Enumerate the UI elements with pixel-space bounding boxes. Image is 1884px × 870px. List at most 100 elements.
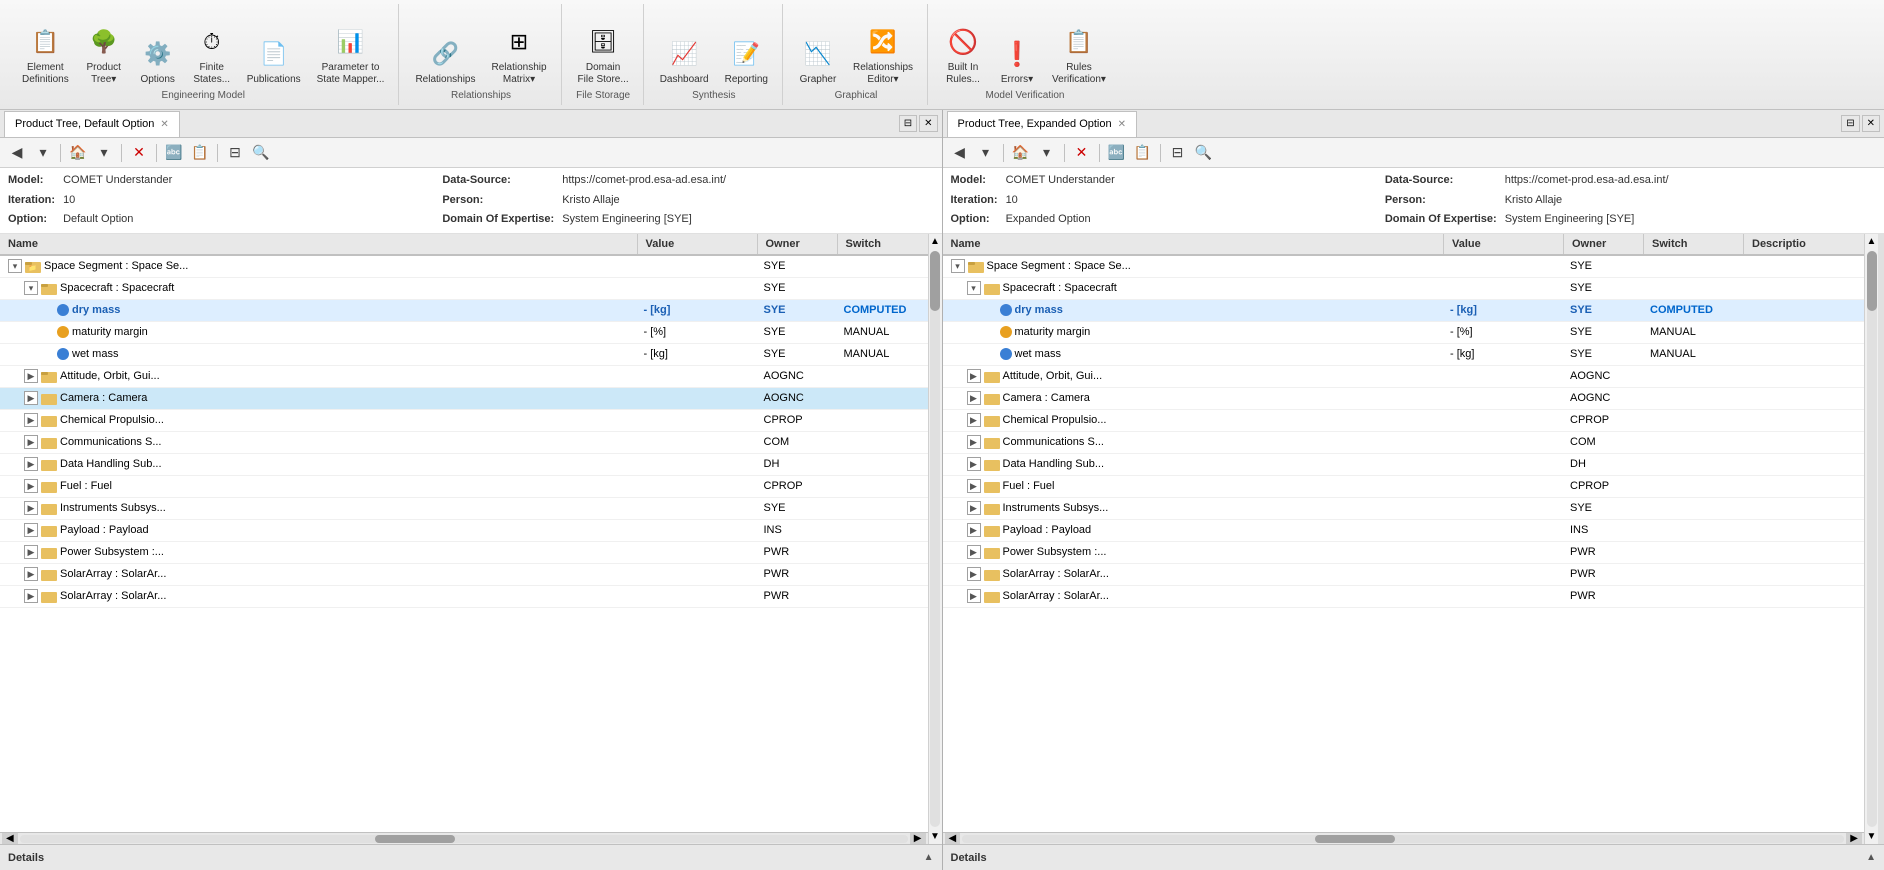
right-hscroll-left[interactable]: ◀ (945, 833, 961, 844)
left-row-1-expand[interactable]: ▾ (24, 281, 38, 295)
publications-button[interactable]: 📄 Publications (241, 34, 307, 90)
left-row-5-expand[interactable]: ▶ (24, 369, 38, 383)
relationships-button[interactable]: 🔗 Relationships (409, 34, 481, 90)
right-tree-area[interactable]: Name Value Owner Switch Descriptio ▾ (943, 234, 1865, 832)
left-row-6[interactable]: ▶ Camera : Camera AOGNC (0, 388, 928, 410)
left-vscroll-up[interactable]: ▲ (928, 234, 941, 249)
left-tree-area[interactable]: Name Value Owner Switch ▾ 📁 Space Segmen… (0, 234, 928, 832)
finite-states-button[interactable]: ⏱ FiniteStates... (187, 22, 237, 90)
left-row-1[interactable]: ▾ Spacecraft : Spacecraft SYE (0, 278, 928, 300)
left-hscroll-thumb[interactable] (375, 835, 455, 843)
right-hscroll-right[interactable]: ▶ (1846, 833, 1862, 844)
left-vscroll-down[interactable]: ▼ (928, 829, 941, 844)
left-details-bar[interactable]: Details ▲ (0, 844, 942, 870)
left-dropdown2-button[interactable]: ▾ (93, 142, 115, 164)
right-panel-resize-handle[interactable] (1878, 234, 1884, 844)
left-hscroll-left[interactable]: ◀ (2, 833, 18, 844)
right-row-6[interactable]: ▶ Camera : Camera AOGNC (943, 388, 1865, 410)
right-search-btn1[interactable]: 🔤 (1106, 142, 1128, 164)
right-tab-restore-btn[interactable]: ⊟ (1841, 115, 1859, 132)
errors-button[interactable]: ❗ Errors▾ (992, 34, 1042, 90)
left-vscroll-thumb[interactable] (930, 251, 940, 311)
element-definitions-button[interactable]: 📋 ElementDefinitions (16, 22, 75, 90)
left-tab-close[interactable]: ✕ (160, 119, 168, 130)
relationship-matrix-button[interactable]: ⊞ RelationshipMatrix▾ (486, 22, 553, 90)
right-row-1-expand[interactable]: ▾ (967, 281, 981, 295)
right-row-15[interactable]: ▶ SolarArray : SolarAr... PWR (943, 586, 1865, 608)
right-dropdown-button[interactable]: ▾ (975, 142, 997, 164)
domain-file-store-button[interactable]: 🗄 DomainFile Store... (572, 22, 635, 90)
left-back-button[interactable]: ◀ (6, 142, 28, 164)
left-row-7[interactable]: ▶ Chemical Propulsio... CPROP (0, 410, 928, 432)
right-home-button[interactable]: 🏠 (1010, 142, 1032, 164)
right-row-11[interactable]: ▶ Instruments Subsys... SYE (943, 498, 1865, 520)
right-row-8[interactable]: ▶ Communications S... COM (943, 432, 1865, 454)
right-row-1[interactable]: ▾ Spacecraft : Spacecraft SYE (943, 278, 1865, 300)
right-row-14[interactable]: ▶ SolarArray : SolarAr... PWR (943, 564, 1865, 586)
left-row-12[interactable]: ▶ Payload : Payload INS (0, 520, 928, 542)
right-tab-close[interactable]: ✕ (1118, 119, 1126, 130)
left-home-button[interactable]: 🏠 (67, 142, 89, 164)
built-in-rules-button[interactable]: 🚫 Built InRules... (938, 22, 988, 90)
left-filter-button[interactable]: ⊟ (224, 142, 246, 164)
right-row-7[interactable]: ▶ Chemical Propulsio... CPROP (943, 410, 1865, 432)
left-vscroll[interactable]: ▲ ▼ (928, 234, 942, 844)
right-row-0-expand[interactable]: ▾ (951, 259, 965, 273)
left-dropdown-button[interactable]: ▾ (32, 142, 54, 164)
right-row-5[interactable]: ▶ Attitude, Orbit, Gui... AOGNC (943, 366, 1865, 388)
left-hscroll[interactable]: ◀ ▶ (0, 832, 928, 844)
grapher-button[interactable]: 📉 Grapher (793, 34, 843, 90)
left-row-0-expand[interactable]: ▾ (8, 259, 22, 273)
reporting-button[interactable]: 📝 Reporting (719, 34, 774, 90)
left-row-3[interactable]: maturity margin - [%] SYE MANUAL (0, 322, 928, 344)
dashboard-button[interactable]: 📈 Dashboard (654, 34, 715, 90)
right-details-bar[interactable]: Details ▲ (943, 844, 1884, 870)
right-back-button[interactable]: ◀ (949, 142, 971, 164)
left-copy-button[interactable]: 📋 (189, 142, 211, 164)
left-row-10[interactable]: ▶ Fuel : Fuel CPROP (0, 476, 928, 498)
right-row-0[interactable]: ▾ Space Segment : Space Se... SYE (943, 256, 1865, 278)
left-tab[interactable]: Product Tree, Default Option ✕ (4, 111, 180, 137)
right-dropdown2-button[interactable]: ▾ (1036, 142, 1058, 164)
left-hscroll-right[interactable]: ▶ (910, 833, 926, 844)
left-row-9[interactable]: ▶ Data Handling Sub... DH (0, 454, 928, 476)
right-row-10[interactable]: ▶ Fuel : Fuel CPROP (943, 476, 1865, 498)
left-row-6-expand[interactable]: ▶ (24, 391, 38, 405)
left-row-14[interactable]: ▶ SolarArray : SolarAr... PWR (0, 564, 928, 586)
right-row-2[interactable]: dry mass - [kg] SYE COMPUTED (943, 300, 1865, 322)
right-row-13[interactable]: ▶ Power Subsystem :... PWR (943, 542, 1865, 564)
right-vscroll-thumb[interactable] (1867, 251, 1877, 311)
right-row-12[interactable]: ▶ Payload : Payload INS (943, 520, 1865, 542)
right-filter-button[interactable]: ⊟ (1167, 142, 1189, 164)
left-row-2[interactable]: dry mass - [kg] SYE COMPUTED (0, 300, 928, 322)
right-vscroll[interactable]: ▲ ▼ (1864, 234, 1878, 844)
right-row-3[interactable]: maturity margin - [%] SYE MANUAL (943, 322, 1865, 344)
relationships-editor-button[interactable]: 🔀 RelationshipsEditor▾ (847, 22, 919, 90)
options-button[interactable]: ⚙️ Options (133, 34, 183, 90)
right-hscroll[interactable]: ◀ ▶ (943, 832, 1865, 844)
left-close-button[interactable]: ✕ (128, 142, 150, 164)
product-tree-button[interactable]: 🌳 ProductTree▾ (79, 22, 129, 90)
right-vscroll-down[interactable]: ▼ (1865, 829, 1879, 844)
left-row-5[interactable]: ▶ Attitude, Orbit, Gui... AOGNC (0, 366, 928, 388)
parameter-to-state-button[interactable]: 📊 Parameter toState Mapper... (311, 22, 391, 90)
right-close-button[interactable]: ✕ (1071, 142, 1093, 164)
right-vscroll-up[interactable]: ▲ (1865, 234, 1879, 249)
right-row-9[interactable]: ▶ Data Handling Sub... DH (943, 454, 1865, 476)
left-row-8[interactable]: ▶ Communications S... COM (0, 432, 928, 454)
right-tab[interactable]: Product Tree, Expanded Option ✕ (947, 111, 1138, 137)
right-copy-button[interactable]: 📋 (1132, 142, 1154, 164)
left-tab-close-all-btn[interactable]: ✕ (919, 115, 937, 132)
right-search-button[interactable]: 🔍 (1193, 142, 1215, 164)
left-search-button[interactable]: 🔍 (250, 142, 272, 164)
right-hscroll-thumb[interactable] (1315, 835, 1395, 843)
left-search-btn1[interactable]: 🔤 (163, 142, 185, 164)
right-row-4[interactable]: wet mass - [kg] SYE MANUAL (943, 344, 1865, 366)
rules-verification-button[interactable]: 📋 RulesVerification▾ (1046, 22, 1112, 90)
left-tab-restore-btn[interactable]: ⊟ (899, 115, 917, 132)
left-row-11[interactable]: ▶ Instruments Subsys... SYE (0, 498, 928, 520)
right-tab-close-all-btn[interactable]: ✕ (1862, 115, 1880, 132)
left-row-0[interactable]: ▾ 📁 Space Segment : Space Se... SYE (0, 256, 928, 278)
left-row-7-expand[interactable]: ▶ (24, 413, 38, 427)
left-row-13[interactable]: ▶ Power Subsystem :... PWR (0, 542, 928, 564)
